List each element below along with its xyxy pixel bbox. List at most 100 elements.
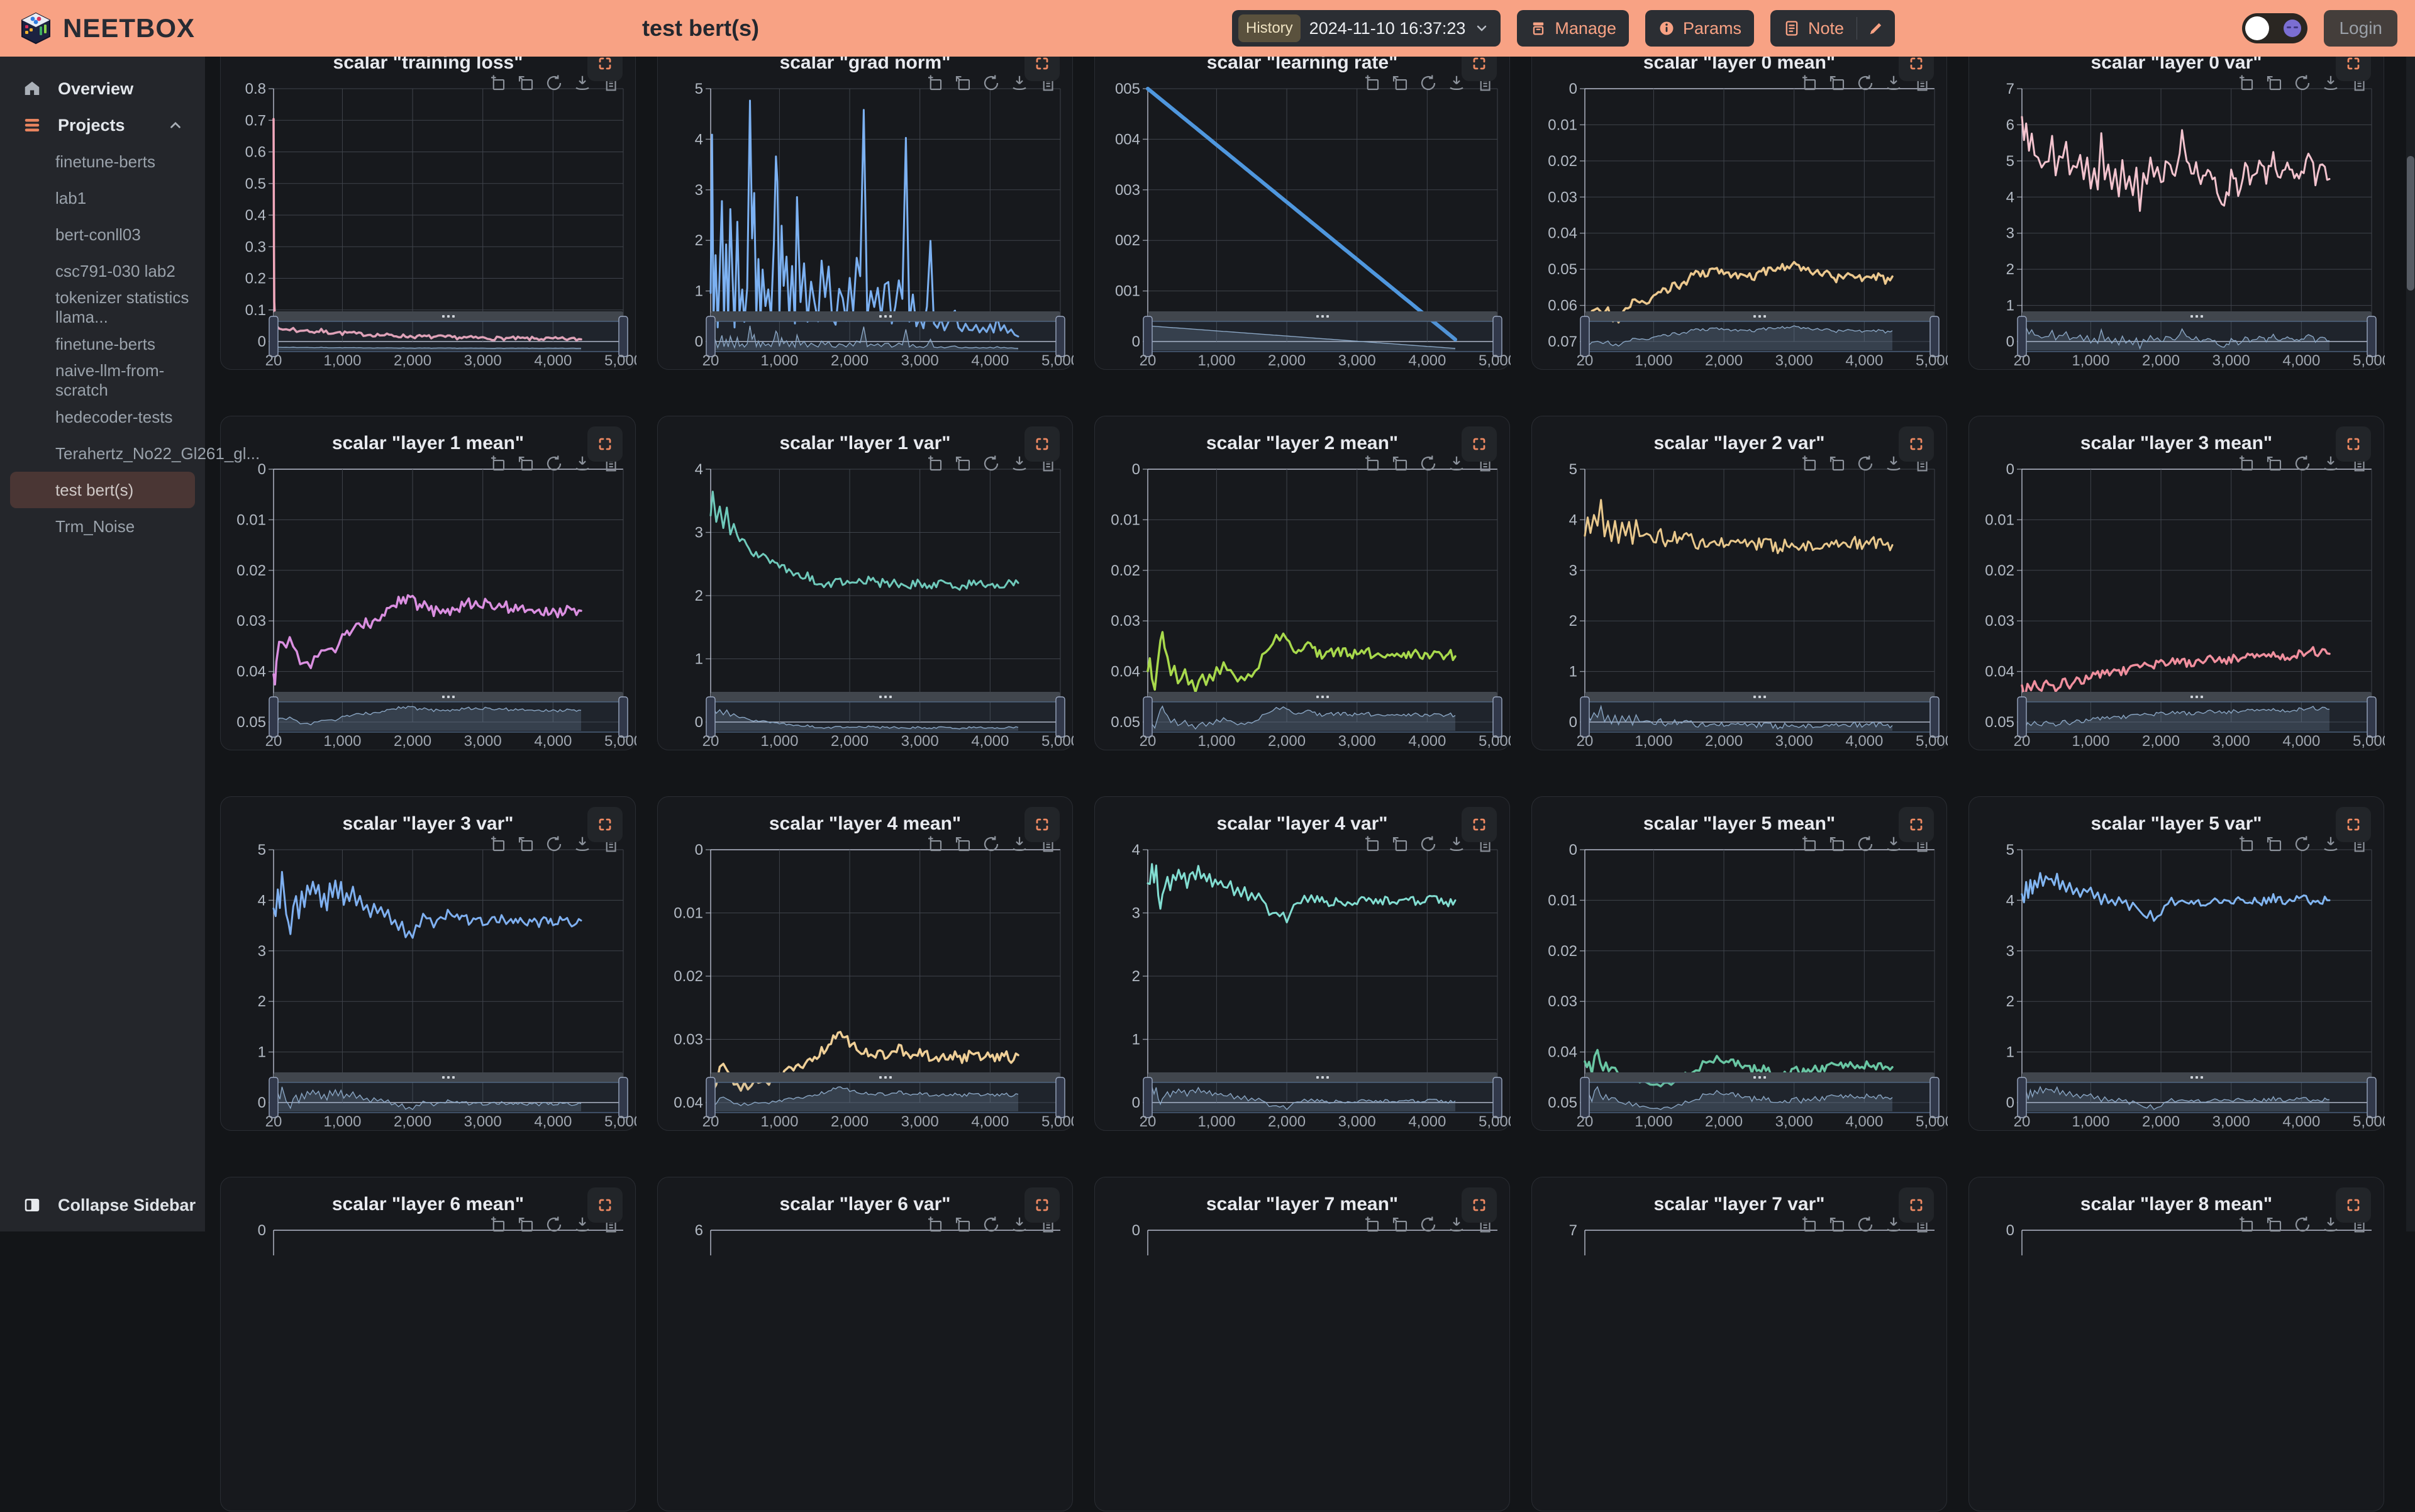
datazoom-handle-right[interactable] — [2367, 316, 2376, 357]
sidebar-project-item[interactable]: bert-conll03 — [10, 216, 195, 253]
zoom-reset-icon[interactable] — [516, 835, 535, 853]
sidebar-item-overview[interactable]: Overview — [0, 70, 205, 107]
datazoom-handle-right[interactable] — [1930, 697, 1939, 737]
collapse-sidebar-button[interactable]: Collapse Sidebar — [0, 1187, 205, 1223]
zoom-reset-icon[interactable] — [1828, 835, 1846, 853]
datazoom-handle-right[interactable] — [619, 316, 628, 357]
restore-icon[interactable] — [2293, 835, 2312, 853]
fullscreen-button[interactable] — [1899, 807, 1934, 842]
sidebar-project-item[interactable]: finetune-berts — [10, 326, 195, 362]
sidebar-project-item[interactable]: Trm_Noise — [10, 508, 195, 545]
fullscreen-button[interactable] — [587, 807, 623, 842]
zoom-reset-icon[interactable] — [1391, 74, 1409, 92]
datazoom-handle-right[interactable] — [1493, 697, 1502, 737]
fullscreen-button[interactable] — [1462, 1187, 1497, 1223]
fullscreen-button[interactable] — [1462, 426, 1497, 462]
restore-icon[interactable] — [545, 74, 564, 92]
datazoom-handle-left[interactable] — [2018, 316, 2026, 357]
zoom-select-icon[interactable] — [2236, 835, 2255, 853]
zoom-reset-icon[interactable] — [2265, 835, 2284, 853]
datazoom-handle-left[interactable] — [269, 697, 278, 737]
note-button[interactable]: Note — [1770, 10, 1857, 47]
restore-icon[interactable] — [2293, 74, 2312, 92]
datazoom-handle-left[interactable] — [706, 316, 715, 357]
datazoom-handle-right[interactable] — [619, 1077, 628, 1118]
zoom-select-icon[interactable] — [1362, 74, 1381, 92]
theme-toggle[interactable] — [2242, 13, 2307, 43]
edit-button[interactable] — [1857, 10, 1895, 47]
zoom-select-icon[interactable] — [925, 454, 944, 473]
fullscreen-button[interactable] — [1462, 807, 1497, 842]
fullscreen-button[interactable] — [1899, 1187, 1934, 1223]
zoom-select-icon[interactable] — [925, 74, 944, 92]
datazoom-handle-right[interactable] — [1056, 697, 1065, 737]
restore-icon[interactable] — [1419, 835, 1438, 853]
datazoom-handle-right[interactable] — [2367, 1077, 2376, 1118]
page-scrollbar[interactable] — [2406, 57, 2415, 1231]
restore-icon[interactable] — [2293, 454, 2312, 473]
zoom-select-icon[interactable] — [1799, 454, 1818, 473]
zoom-select-icon[interactable] — [2236, 454, 2255, 473]
datazoom-handle-right[interactable] — [1493, 316, 1502, 357]
datazoom-handle-right[interactable] — [1930, 316, 1939, 357]
datazoom-handle-right[interactable] — [1930, 1077, 1939, 1118]
zoom-reset-icon[interactable] — [1391, 454, 1409, 473]
zoom-reset-icon[interactable] — [2265, 454, 2284, 473]
sidebar-project-item[interactable]: test bert(s) — [10, 472, 195, 508]
zoom-reset-icon[interactable] — [516, 454, 535, 473]
fullscreen-button[interactable] — [1024, 426, 1060, 462]
zoom-reset-icon[interactable] — [953, 454, 972, 473]
zoom-select-icon[interactable] — [1799, 74, 1818, 92]
zoom-reset-icon[interactable] — [1828, 454, 1846, 473]
zoom-reset-icon[interactable] — [1391, 835, 1409, 853]
zoom-reset-icon[interactable] — [516, 74, 535, 92]
fullscreen-button[interactable] — [2336, 807, 2371, 842]
zoom-reset-icon[interactable] — [953, 835, 972, 853]
zoom-reset-icon[interactable] — [2265, 74, 2284, 92]
restore-icon[interactable] — [1856, 74, 1875, 92]
sidebar-project-item[interactable]: tokenizer statistics llama... — [10, 289, 195, 326]
history-select[interactable]: History 2024-11-10 16:37:23 — [1232, 10, 1501, 47]
datazoom-handle-right[interactable] — [1056, 316, 1065, 357]
sidebar-project-item[interactable]: hedecoder-tests — [10, 399, 195, 435]
manage-button[interactable]: Manage — [1517, 10, 1629, 47]
datazoom-handle-left[interactable] — [269, 1077, 278, 1118]
zoom-select-icon[interactable] — [488, 454, 507, 473]
zoom-select-icon[interactable] — [1799, 835, 1818, 853]
datazoom-handle-left[interactable] — [2018, 697, 2026, 737]
sidebar-project-item[interactable]: naive-llm-from-scratch — [10, 362, 195, 399]
zoom-select-icon[interactable] — [488, 835, 507, 853]
restore-icon[interactable] — [982, 454, 1001, 473]
datazoom-handle-left[interactable] — [706, 1077, 715, 1118]
fullscreen-button[interactable] — [1899, 426, 1934, 462]
datazoom-handle-left[interactable] — [1143, 1077, 1152, 1118]
datazoom-handle-left[interactable] — [706, 697, 715, 737]
fullscreen-button[interactable] — [587, 1187, 623, 1223]
zoom-select-icon[interactable] — [2236, 74, 2255, 92]
restore-icon[interactable] — [1856, 454, 1875, 473]
fullscreen-button[interactable] — [587, 426, 623, 462]
restore-icon[interactable] — [545, 835, 564, 853]
datazoom-handle-left[interactable] — [269, 316, 278, 357]
sidebar-item-projects[interactable]: Projects — [0, 107, 205, 143]
fullscreen-button[interactable] — [2336, 426, 2371, 462]
sidebar-project-item[interactable]: lab1 — [10, 180, 195, 216]
params-button[interactable]: Params — [1645, 10, 1754, 47]
restore-icon[interactable] — [1856, 835, 1875, 853]
datazoom-handle-left[interactable] — [1580, 697, 1589, 737]
datazoom-handle-left[interactable] — [1580, 316, 1589, 357]
zoom-select-icon[interactable] — [488, 74, 507, 92]
datazoom-handle-left[interactable] — [1580, 1077, 1589, 1118]
datazoom-handle-right[interactable] — [1493, 1077, 1502, 1118]
zoom-select-icon[interactable] — [1362, 454, 1381, 473]
zoom-select-icon[interactable] — [925, 835, 944, 853]
datazoom-handle-left[interactable] — [2018, 1077, 2026, 1118]
zoom-select-icon[interactable] — [1362, 835, 1381, 853]
restore-icon[interactable] — [1419, 74, 1438, 92]
zoom-reset-icon[interactable] — [953, 74, 972, 92]
datazoom-handle-right[interactable] — [1056, 1077, 1065, 1118]
zoom-reset-icon[interactable] — [1828, 74, 1846, 92]
fullscreen-button[interactable] — [1024, 1187, 1060, 1223]
sidebar-project-item[interactable]: csc791-030 lab2 — [10, 253, 195, 289]
datazoom-handle-left[interactable] — [1143, 697, 1152, 737]
